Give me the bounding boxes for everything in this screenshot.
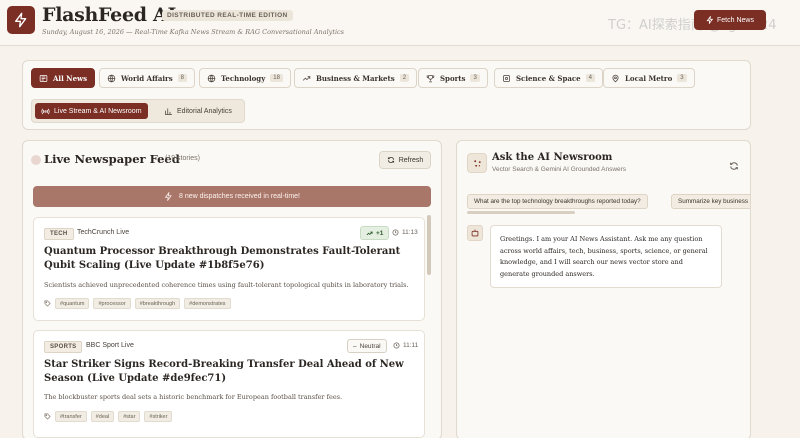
trending-up-icon	[302, 75, 311, 81]
refresh-button[interactable]: Refresh	[379, 151, 431, 169]
hashtag[interactable]: #striker	[144, 411, 173, 422]
category-science-space[interactable]: Science & Space 4	[494, 68, 603, 88]
lightning-icon	[164, 192, 172, 201]
story-category-tag: SPORTS	[44, 341, 83, 353]
story-headline[interactable]: Star Striker Signs Record-Breaking Trans…	[44, 358, 414, 386]
story-hashtags: #transfer #deal #star #striker	[44, 411, 173, 422]
ai-newsroom-panel: Ask the AI Newsroom Vector Search & Gemi…	[456, 140, 751, 438]
sentiment-value: +1	[376, 229, 384, 237]
globe-icon	[207, 74, 216, 82]
banner-text: 8 new dispatches received in real-time!	[178, 193, 300, 200]
view-mode-toggle: Live Stream & AI Newsroom Editorial Anal…	[31, 99, 245, 123]
category-local-metro[interactable]: Local Metro 3	[603, 68, 695, 88]
story-time-value: 11:13	[402, 229, 418, 236]
story-headline[interactable]: Quantum Processor Breakthrough Demonstra…	[44, 245, 414, 273]
date-subline: Sunday, August 16, 2026 — Real-Time Kafk…	[42, 28, 345, 36]
refresh-icon	[387, 156, 394, 164]
suggested-question-chip[interactable]: Summarize key business	[671, 194, 750, 209]
clock-icon	[392, 229, 399, 236]
category-label: Local Metro	[625, 73, 673, 83]
broadcast-icon	[41, 108, 50, 114]
sentiment-badge: – Neutral	[347, 339, 387, 353]
lightning-icon	[706, 16, 714, 24]
category-nav: All News World Affairs 8 Technology 18 B…	[22, 60, 751, 130]
category-all-news[interactable]: All News	[31, 68, 96, 88]
hashtag[interactable]: #breakthrough	[134, 298, 181, 309]
suggestions-scrollbar[interactable]	[467, 211, 575, 214]
edition-badge: DISTRIBUTED REAL-TIME EDITION	[162, 10, 293, 21]
mode-live-stream[interactable]: Live Stream & AI Newsroom	[35, 103, 148, 119]
new-dispatches-banner[interactable]: 8 new dispatches received in real-time!	[33, 186, 431, 207]
story-time-value: 11:11	[403, 342, 419, 349]
feed-title: Live Newspaper Feed	[44, 152, 180, 166]
globe-icon	[107, 74, 116, 82]
category-count: 18	[270, 74, 283, 82]
feed-story-count: (19 stories)	[165, 155, 201, 162]
tag-icon	[44, 413, 51, 420]
trending-up-icon	[366, 231, 373, 235]
category-label: Technology	[221, 73, 266, 83]
category-world-affairs[interactable]: World Affairs 8	[99, 68, 195, 88]
category-label: Business & Markets	[316, 73, 395, 83]
live-feed-panel: Live Newspaper Feed (19 stories) Refresh…	[22, 140, 442, 438]
atom-icon	[503, 74, 510, 82]
lightning-logo-icon	[7, 6, 35, 34]
feed-scrollbar[interactable]	[427, 215, 431, 275]
story-summary: The blockbuster sports deal sets a histo…	[44, 393, 343, 401]
category-label: World Affairs	[121, 73, 173, 83]
story-card[interactable]: TECH TechCrunch Live +1 11:13 Quantum Pr…	[33, 217, 425, 321]
story-summary: Scientists achieved unprecedented cohere…	[44, 281, 409, 289]
app-header: FlashFeed AI DISTRIBUTED REAL-TIME EDITI…	[0, 0, 800, 46]
story-hashtags: #quantum #processor #breakthrough #demon…	[44, 298, 231, 309]
refresh-label: Refresh	[398, 156, 424, 164]
suggested-question-chip[interactable]: What are the top technology breakthrough…	[467, 194, 648, 209]
category-label: All News	[53, 73, 88, 83]
story-card[interactable]: SPORTS BBC Sport Live – Neutral 11:11 St…	[33, 330, 425, 438]
suggested-questions: What are the top technology breakthrough…	[467, 193, 750, 211]
category-count: 3	[677, 74, 687, 82]
category-label: Science & Space	[516, 73, 581, 83]
category-count: 4	[585, 74, 595, 82]
clock-icon	[393, 342, 400, 349]
hashtag[interactable]: #transfer	[55, 411, 87, 422]
minus-icon: –	[353, 342, 357, 350]
sparkle-icon	[467, 153, 487, 173]
mode-label: Editorial Analytics	[177, 107, 232, 115]
story-source: BBC Sport Live	[86, 342, 134, 349]
hashtag[interactable]: #processor	[93, 298, 131, 309]
category-technology[interactable]: Technology 18	[199, 68, 291, 88]
story-category-tag: TECH	[44, 228, 74, 240]
hashtag[interactable]: #quantum	[55, 298, 90, 309]
hashtag[interactable]: #deal	[90, 411, 115, 422]
hashtag[interactable]: #star	[118, 411, 141, 422]
mode-label: Live Stream & AI Newsroom	[54, 107, 142, 115]
brand-title: FlashFeed AI	[42, 4, 177, 26]
category-label: Sports	[440, 73, 466, 83]
mode-editorial-analytics[interactable]: Editorial Analytics	[158, 103, 238, 119]
category-count: 3	[470, 74, 480, 82]
hashtag[interactable]: #demonstrates	[184, 298, 231, 309]
category-sports[interactable]: Sports 3	[418, 68, 488, 88]
tag-icon	[44, 300, 51, 307]
story-time: 11:11	[393, 342, 418, 349]
category-business-markets[interactable]: Business & Markets 2	[294, 68, 418, 88]
sentiment-badge: +1	[360, 226, 390, 240]
story-time: 11:13	[392, 229, 418, 236]
live-indicator-dot	[31, 155, 41, 165]
ai-panel-title: Ask the AI Newsroom	[492, 152, 613, 163]
category-count: 8	[177, 74, 187, 82]
map-pin-icon	[612, 74, 619, 82]
reset-chat-icon[interactable]	[729, 158, 739, 176]
category-count: 2	[399, 74, 410, 82]
assistant-greeting-message: Greetings. I am your AI News Assistant. …	[490, 225, 722, 288]
fetch-news-button[interactable]: Fetch News	[694, 10, 766, 30]
trophy-icon	[426, 74, 435, 82]
story-source: TechCrunch Live	[77, 229, 130, 236]
ai-panel-subtitle: Vector Search & Gemini AI Grounded Answe…	[492, 166, 627, 173]
bar-chart-icon	[165, 108, 172, 115]
newspaper-icon	[39, 74, 48, 82]
robot-icon	[467, 225, 483, 241]
sentiment-value: Neutral	[359, 342, 381, 350]
fetch-news-label: Fetch News	[717, 16, 754, 24]
